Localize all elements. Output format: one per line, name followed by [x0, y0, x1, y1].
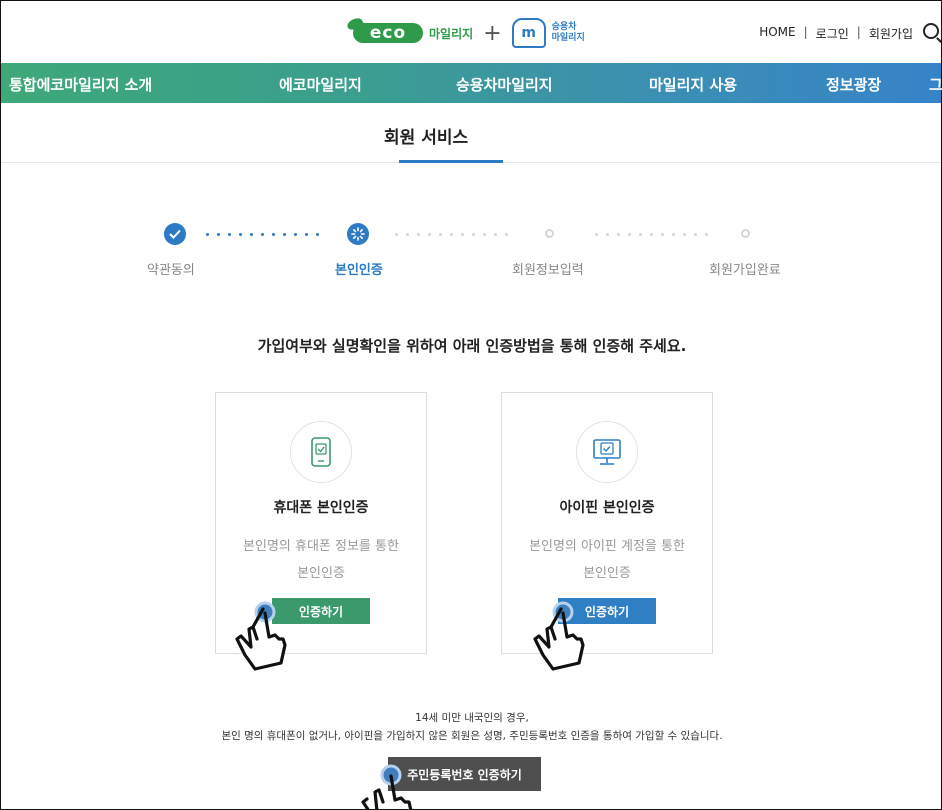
car-mileage-logo-text: 승용차 마일리지 — [551, 22, 585, 43]
nav-item-eco-mileage[interactable]: 에코마일리지 — [279, 74, 362, 95]
search-icon[interactable] — [923, 23, 939, 39]
pointing-hand-icon — [361, 764, 413, 810]
step-done-check-icon — [164, 223, 186, 245]
intro-text: 가입여부와 실명확인을 위하여 아래 인증방법을 통해 인증해 주세요. — [257, 337, 687, 355]
step-label-verify: 본인인증 — [335, 263, 383, 278]
monitor-check-icon — [576, 421, 638, 483]
car-mileage-logo-icon: m — [511, 18, 546, 48]
phone-verify-title: 휴대폰 본인인증 — [273, 500, 369, 516]
under-14-notice: 14세 미만 내국인의 경우, 본인 명의 휴대폰이 없거나, 아이핀을 가입하… — [221, 712, 723, 742]
eco-logo-text: 마일리지 — [429, 26, 474, 41]
ipin-verify-desc: 본인명의 아이핀 계정을 통한 본인인증 — [529, 539, 685, 581]
step-pending-dot — [545, 229, 554, 238]
step-label-info: 회원정보입력 — [512, 263, 584, 278]
step-label-terms: 약관동의 — [147, 263, 195, 278]
page-title-underline — [399, 160, 503, 163]
ipin-verify-title: 아이핀 본인인증 — [559, 500, 655, 516]
site-header: eco 마일리지 + m 승용차 마일리지 HOME | 로그인 | 회원가입 — [1, 1, 941, 63]
util-separator: | — [856, 25, 861, 39]
nav-item-intro[interactable]: 통합에코마일리지 소개 — [9, 74, 152, 95]
nav-item-more[interactable]: 그 — [929, 74, 942, 95]
step-label-complete: 회원가입완료 — [709, 263, 781, 278]
pointing-hand-icon — [533, 601, 585, 671]
step-connector-pending — [395, 232, 508, 236]
eco-logo-mark: eco — [353, 23, 423, 43]
signup-link[interactable]: 회원가입 — [869, 25, 913, 42]
step-current-loading-icon — [347, 223, 369, 245]
page-title-bar: 회원 서비스 — [1, 103, 941, 163]
nav-item-mileage-use[interactable]: 마일리지 사용 — [649, 74, 737, 95]
phone-check-icon — [290, 421, 352, 483]
pointing-hand-icon — [235, 601, 287, 671]
util-separator: | — [803, 25, 808, 39]
step-connector-pending — [595, 232, 708, 236]
nav-item-car-mileage[interactable]: 승용차마일리지 — [456, 74, 553, 95]
step-pending-dot — [741, 229, 750, 238]
site-logo[interactable]: eco 마일리지 + m 승용차 마일리지 — [353, 15, 585, 51]
home-link[interactable]: HOME — [759, 25, 795, 42]
phone-verify-desc: 본인명의 휴대폰 정보를 통한 본인인증 — [243, 539, 399, 581]
page-title: 회원 서비스 — [384, 128, 469, 148]
nav-item-info-plaza[interactable]: 정보광장 — [826, 74, 881, 95]
login-link[interactable]: 로그인 — [816, 25, 849, 42]
main-nav: 통합에코마일리지 소개 에코마일리지 승용차마일리지 마일리지 사용 정보광장 … — [1, 63, 942, 103]
utility-links: HOME | 로그인 | 회원가입 — [759, 25, 913, 42]
logo-plus: + — [483, 20, 502, 46]
step-connector-active — [206, 232, 319, 236]
